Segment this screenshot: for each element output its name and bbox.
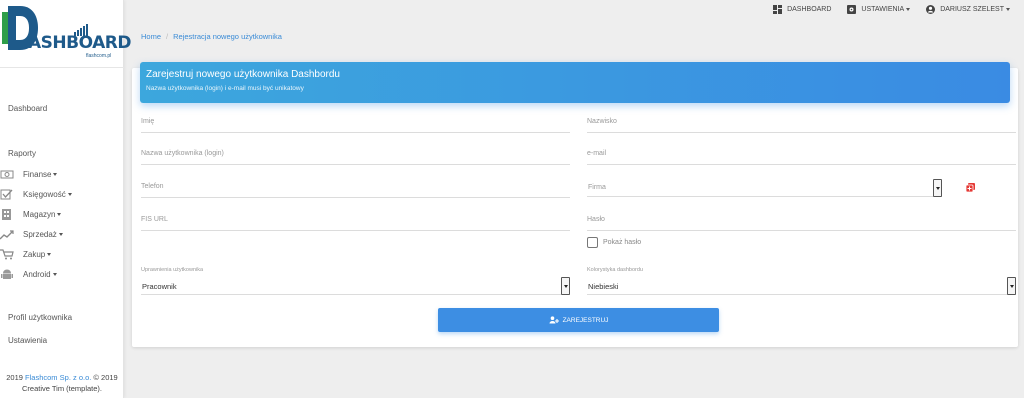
warehouse-icon bbox=[2, 209, 11, 220]
checkbox-icon bbox=[0, 189, 13, 200]
topnav-dashboard-label: DASHBOARD bbox=[787, 6, 832, 13]
last-name-placeholder: Nazwisko bbox=[587, 118, 617, 125]
footer-copy: © 2019 bbox=[93, 373, 118, 382]
user-circle-icon bbox=[926, 5, 936, 14]
sidebar: ASHBOARD flashcom.pl Dashboard Raporty F… bbox=[0, 0, 131, 398]
register-button[interactable]: ZAREJESTRUJ bbox=[438, 308, 719, 332]
caret-down-icon bbox=[906, 8, 911, 11]
caret-down-icon bbox=[52, 273, 57, 276]
settings-box-icon bbox=[847, 5, 857, 14]
sidebar-item-android[interactable]: Android bbox=[0, 269, 57, 280]
card-subtitle: Nazwa użytkownika (login) i e-mail musi … bbox=[146, 85, 304, 92]
sidebar-item-ksiegowosc[interactable]: Księgowość bbox=[0, 189, 72, 200]
footer-credit: Creative Tim (template). bbox=[21, 384, 103, 393]
card-header: Zarejestruj nowego użytkownika Dashbordu… bbox=[140, 62, 1010, 103]
sidebar-item-finanse[interactable]: Finanse bbox=[0, 169, 58, 180]
phone-field[interactable]: Telefon bbox=[141, 180, 570, 198]
caret-down-icon bbox=[67, 193, 72, 196]
sidebar-item-label: Android bbox=[23, 270, 51, 279]
caret-down-icon bbox=[1006, 8, 1010, 11]
sidebar-item-label: Księgowość bbox=[23, 190, 66, 199]
last-name-field[interactable]: Nazwisko bbox=[587, 115, 1016, 133]
topnav-settings-label: USTAWIENIA bbox=[861, 6, 905, 13]
trend-icon bbox=[0, 230, 14, 240]
email-field[interactable]: e-mail bbox=[587, 147, 1016, 165]
breadcrumb-separator: / bbox=[166, 32, 169, 41]
permissions-value: Pracownik bbox=[142, 282, 177, 291]
sidebar-item-magazyn[interactable]: Magazyn bbox=[0, 209, 62, 220]
logo[interactable]: ASHBOARD flashcom.pl bbox=[0, 0, 131, 68]
breadcrumb-current: Rejestracja nowego użytkownika bbox=[173, 32, 282, 41]
caret-down-icon bbox=[47, 253, 52, 256]
show-password-label: Pokaż hasło bbox=[603, 239, 642, 246]
sidebar-item-label: Magazyn bbox=[23, 210, 56, 219]
sidebar-item-settings[interactable]: Ustawienia bbox=[8, 336, 47, 345]
register-card: Zarejestruj nowego użytkownika Dashbordu… bbox=[132, 62, 1018, 347]
username-field[interactable]: Nazwa użytkownika (login) bbox=[141, 147, 570, 165]
caret-down-icon bbox=[53, 173, 58, 176]
color-scheme-select[interactable]: Kolorystyka dashbordu Niebieski bbox=[587, 267, 1016, 295]
register-button-label: ZAREJESTRUJ bbox=[562, 316, 609, 324]
sidebar-item-zakup[interactable]: Zakup bbox=[0, 249, 52, 260]
logo-tagline: flashcom.pl bbox=[86, 53, 112, 59]
caret-down-icon bbox=[57, 213, 62, 216]
username-placeholder: Nazwa użytkownika (login) bbox=[141, 150, 224, 157]
company-select[interactable]: Firma bbox=[587, 179, 942, 197]
android-icon bbox=[1, 269, 13, 279]
permissions-select[interactable]: Uprawnienia użytkownika Pracownik bbox=[141, 267, 570, 295]
first-name-placeholder: Imię bbox=[141, 118, 155, 125]
color-scheme-label: Kolorystyka dashbordu bbox=[587, 267, 643, 273]
company-dropdown-button[interactable] bbox=[933, 179, 942, 197]
email-placeholder: e-mail bbox=[587, 150, 607, 157]
color-scheme-dropdown-button[interactable] bbox=[1007, 277, 1016, 295]
sidebar-item-label: Sprzedaż bbox=[23, 230, 57, 239]
topnav-user-menu[interactable]: DARIUSZ SZELEST bbox=[926, 5, 1010, 14]
fis-url-field[interactable]: FIS URL bbox=[141, 213, 570, 231]
first-name-field[interactable]: Imię bbox=[141, 115, 570, 133]
card-title: Zarejestruj nowego użytkownika Dashbordu bbox=[146, 69, 340, 80]
color-scheme-value: Niebieski bbox=[588, 282, 619, 291]
sidebar-item-label: Finanse bbox=[23, 170, 52, 179]
breadcrumb: Home / Rejestracja nowego użytkownika bbox=[141, 32, 282, 41]
sidebar-item-sprzedaz[interactable]: Sprzedaż bbox=[0, 229, 63, 240]
show-password-box[interactable] bbox=[587, 237, 598, 248]
money-icon bbox=[0, 170, 14, 179]
topnav-dashboard[interactable]: DASHBOARD bbox=[773, 5, 831, 14]
password-placeholder: Hasło bbox=[587, 216, 605, 223]
sidebar-item-reports[interactable]: Raporty bbox=[8, 149, 36, 158]
show-password-checkbox[interactable]: Pokaż hasło bbox=[587, 237, 641, 248]
footer-company-link[interactable]: Flashcom Sp. z o.o. bbox=[25, 373, 91, 382]
company-placeholder: Firma bbox=[588, 184, 606, 191]
topnav-user-label: DARIUSZ SZELEST bbox=[940, 6, 1004, 13]
fis-url-placeholder: FIS URL bbox=[141, 216, 168, 223]
logo-wordmark: ASHBOARD bbox=[28, 33, 131, 53]
sidebar-item-profile[interactable]: Profil użytkownika bbox=[8, 313, 72, 322]
caret-down-icon bbox=[58, 233, 63, 236]
breadcrumb-home-link[interactable]: Home bbox=[141, 32, 161, 41]
top-navbar: DASHBOARD USTAWIENIA DARIUSZ SZELEST bbox=[773, 5, 1010, 14]
cart-icon bbox=[0, 249, 14, 260]
password-field[interactable]: Hasło bbox=[587, 213, 1016, 231]
sidebar-footer: 2019 Flashcom Sp. z o.o. © 2019 Creative… bbox=[0, 372, 124, 394]
topnav-settings[interactable]: USTAWIENIA bbox=[847, 5, 911, 14]
footer-year: 2019 bbox=[6, 373, 23, 382]
permissions-label: Uprawnienia użytkownika bbox=[141, 267, 204, 273]
phone-placeholder: Telefon bbox=[141, 183, 164, 190]
sidebar-item-dashboard[interactable]: Dashboard bbox=[8, 104, 47, 113]
add-company-icon[interactable] bbox=[966, 183, 975, 192]
sidebar-item-label: Zakup bbox=[23, 250, 46, 259]
permissions-dropdown-button[interactable] bbox=[561, 277, 570, 295]
add-user-icon bbox=[549, 316, 559, 324]
dashboard-grid-icon bbox=[773, 5, 783, 14]
